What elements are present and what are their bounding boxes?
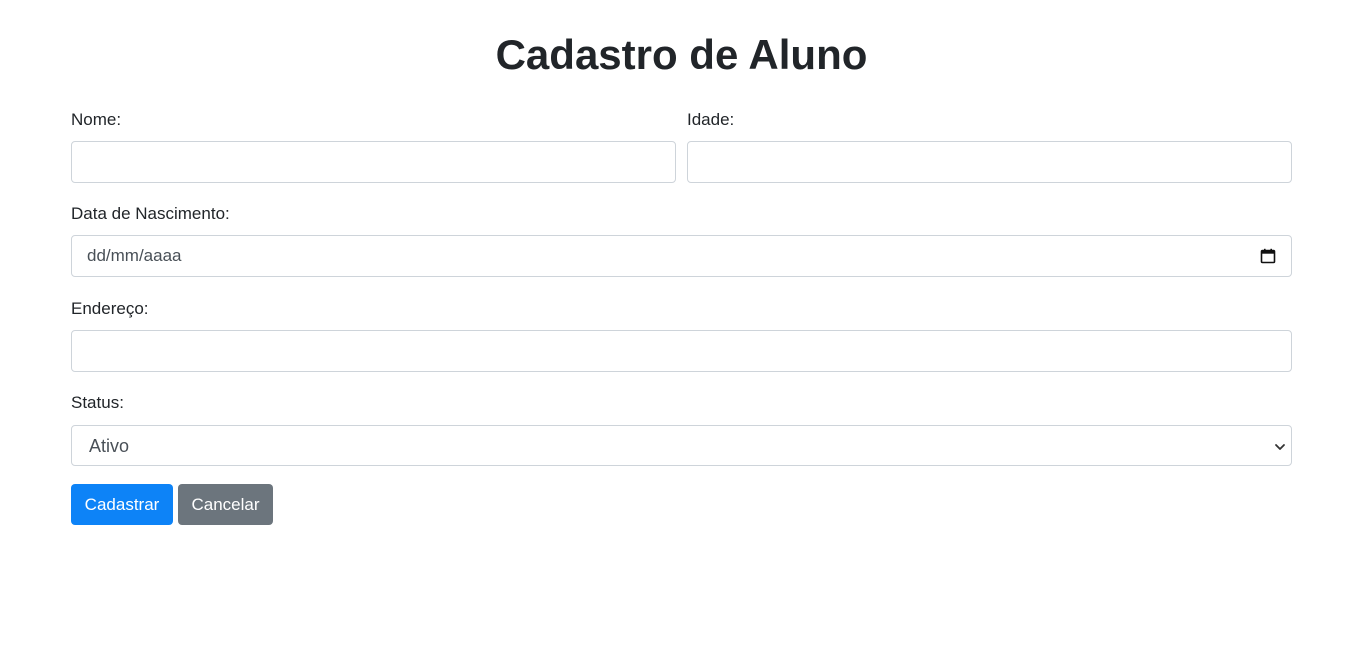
endereco-label: Endereço: bbox=[71, 299, 149, 318]
idade-input[interactable] bbox=[687, 141, 1292, 183]
data-nascimento-input[interactable]: dd/mm/aaaa bbox=[71, 235, 1292, 277]
calendar-icon[interactable] bbox=[1260, 248, 1276, 264]
data-nascimento-label: Data de Nascimento: bbox=[71, 204, 230, 223]
page-title: Cadastro de Aluno bbox=[495, 31, 868, 78]
status-label: Status: bbox=[71, 393, 124, 412]
date-placeholder: dd/mm/aaaa bbox=[87, 246, 182, 265]
status-selected-value: Ativo bbox=[89, 436, 130, 456]
chevron-down-icon bbox=[1275, 444, 1285, 450]
status-select[interactable]: Ativo bbox=[71, 425, 1292, 466]
endereco-input[interactable] bbox=[71, 330, 1292, 372]
idade-label: Idade: bbox=[687, 110, 735, 129]
nome-label: Nome: bbox=[71, 110, 122, 129]
cadastrar-button[interactable]: Cadastrar bbox=[71, 484, 173, 525]
cancelar-button[interactable]: Cancelar bbox=[178, 484, 273, 525]
nome-input[interactable] bbox=[71, 141, 676, 183]
